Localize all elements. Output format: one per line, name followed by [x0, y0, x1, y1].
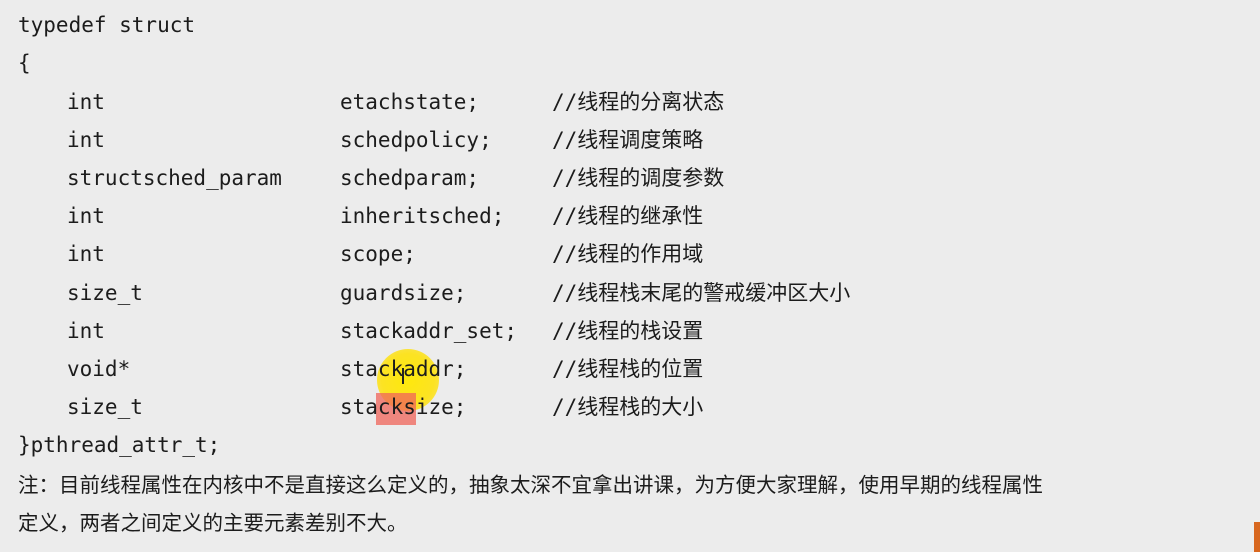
note-paragraph: 注：目前线程属性在内核中不是直接这么定义的，抽象太深不宜拿出讲课，为方便大家理解…	[18, 466, 1258, 542]
field-comment: //线程栈的大小	[552, 395, 704, 419]
field-type: int	[67, 128, 105, 152]
open-brace: {	[18, 51, 31, 75]
field-type: void*	[67, 357, 131, 381]
field-comment: //线程的继承性	[552, 204, 704, 228]
field-name: etachstate;	[340, 90, 480, 114]
field-row: int scope; //线程的作用域	[0, 235, 1260, 273]
field-name: schedpolicy;	[340, 128, 492, 152]
field-type: int	[67, 319, 105, 343]
field-type: size_t	[67, 281, 143, 305]
field-comment: //线程栈的位置	[552, 357, 704, 381]
field-row: size_t guardsize; //线程栈末尾的警戒缓冲区大小	[0, 274, 1260, 312]
field-name: stacksize;	[340, 395, 467, 419]
field-comment: //线程的分离状态	[552, 90, 725, 114]
field-type: int	[67, 90, 105, 114]
field-row: int stackaddr_set; //线程的栈设置	[0, 312, 1260, 350]
field-type: int	[67, 204, 105, 228]
text-cursor-icon	[402, 368, 404, 384]
field-type: size_t	[67, 395, 143, 419]
field-row: int etachstate; //线程的分离状态	[0, 83, 1260, 121]
field-name: inheritsched;	[340, 204, 505, 228]
field-comment: //线程调度策略	[552, 128, 704, 152]
note-line-1: 注：目前线程属性在内核中不是直接这么定义的，抽象太深不宜拿出讲课，为方便大家理解…	[18, 473, 1043, 497]
field-comment: //线程栈末尾的警戒缓冲区大小	[552, 281, 851, 305]
field-row: int schedpolicy; //线程调度策略	[0, 121, 1260, 159]
code-block: typedef struct { int etachstate; //线程的分离…	[0, 0, 1260, 457]
field-comment: //线程的调度参数	[552, 166, 725, 190]
field-comment: //线程的作用域	[552, 242, 704, 266]
field-row: structsched_param schedparam; //线程的调度参数	[0, 159, 1260, 197]
typedef-line: typedef struct	[18, 13, 196, 37]
close-line: }pthread_attr_t;	[18, 433, 221, 457]
field-name: scope;	[340, 242, 416, 266]
field-type: structsched_param	[67, 166, 282, 190]
field-row: size_t stacksize; //线程栈的大小	[0, 388, 1260, 426]
field-name: schedparam;	[340, 166, 480, 190]
field-name: stackaddr_set;	[340, 319, 518, 343]
field-name: guardsize;	[340, 281, 467, 305]
field-type: int	[67, 242, 105, 266]
note-line-2: 定义，两者之间定义的主要元素差别不大。	[18, 511, 408, 535]
field-row: void* stackaddr; //线程栈的位置	[0, 350, 1260, 388]
edge-marker	[1254, 522, 1260, 552]
field-row: int inheritsched; //线程的继承性	[0, 197, 1260, 235]
field-comment: //线程的栈设置	[552, 319, 704, 343]
